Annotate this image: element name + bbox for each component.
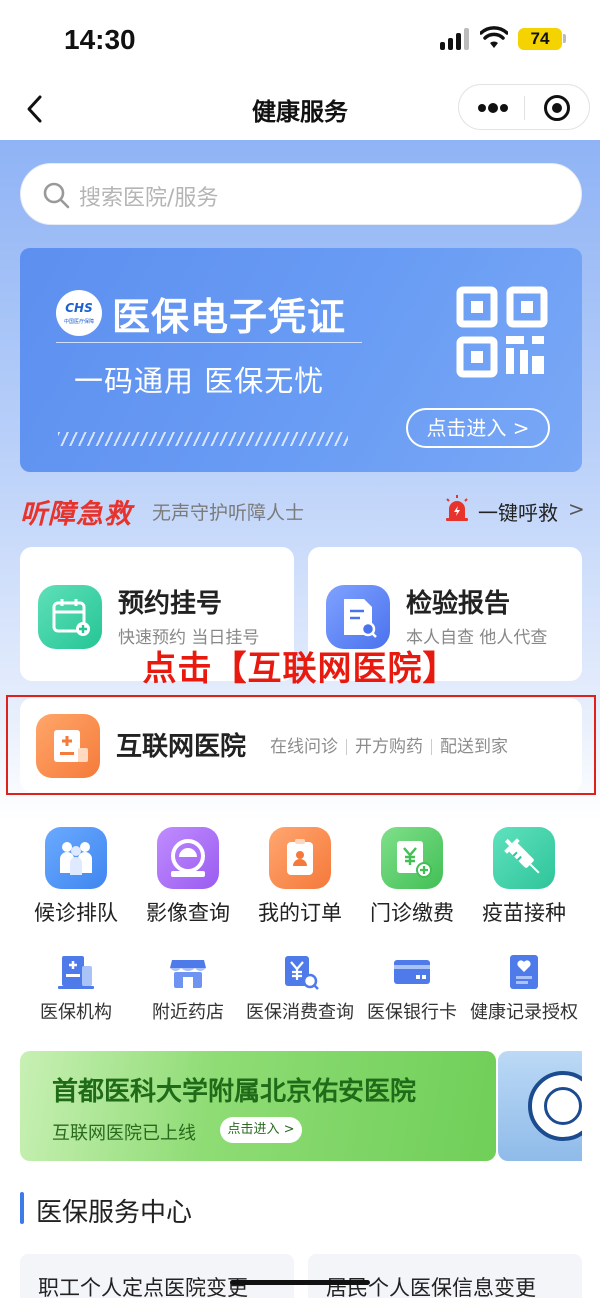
- search-bar[interactable]: 搜索医院/服务: [20, 163, 582, 225]
- wifi-icon: [480, 26, 508, 48]
- mini-program-capsule: [458, 84, 590, 130]
- insurance-institution-button[interactable]: 医保机构: [20, 952, 132, 1023]
- grid-label: 我的订单: [258, 901, 342, 925]
- payment-yuan-icon: [381, 827, 443, 889]
- promo-enter-button[interactable]: 点击进入 >: [220, 1117, 302, 1143]
- section-title: 医保服务中心: [36, 1198, 193, 1228]
- click-instruction-annotation: 点击【互联网医院】: [142, 649, 458, 689]
- search-placeholder: 搜索医院/服务: [79, 186, 219, 211]
- institution-icon: [58, 956, 94, 989]
- highlight-box: [6, 695, 596, 795]
- bank-card-icon: [394, 960, 430, 984]
- imaging-query-button[interactable]: 影像查询: [132, 827, 244, 927]
- one-click-sos-button[interactable]: 一键呼救: [478, 497, 558, 526]
- service-center-item[interactable]: 居民个人医保信息变更: [308, 1254, 582, 1298]
- banner-stripes: [58, 432, 348, 446]
- navigation-bar: 健康服务: [0, 80, 600, 140]
- hearing-emergency-subtitle: 无声守护听障人士: [152, 502, 305, 524]
- status-bar: 14:30 74: [0, 0, 600, 80]
- syringe-icon: [493, 827, 555, 889]
- health-record-heart-icon: [510, 955, 538, 989]
- medical-insurance-banner[interactable]: CHS 中国医疗保障 医保电子凭证 一码通用 医保无忧 点击进入 >: [20, 248, 582, 472]
- alarm-icon: [446, 495, 468, 521]
- banner-subtitle: 一码通用 医保无忧: [74, 364, 325, 398]
- my-orders-button[interactable]: 我的订单: [244, 827, 356, 927]
- order-id-icon: [269, 827, 331, 889]
- promo-subtitle: 互联网医院已上线: [52, 1123, 196, 1144]
- grid-label: 医保消费查询: [246, 1002, 354, 1023]
- grid-label: 门诊缴费: [370, 901, 454, 925]
- next-promo-banner[interactable]: [498, 1051, 582, 1161]
- grid-label: 候诊排队: [34, 901, 118, 925]
- spending-search-icon: [285, 956, 319, 990]
- service-item-label: 居民个人医保信息变更: [326, 1276, 536, 1298]
- hearing-emergency-title: 听障急救: [20, 499, 132, 530]
- qr-code-icon: [456, 286, 548, 378]
- card-title: 检验报告: [406, 589, 511, 619]
- queue-people-icon: [45, 827, 107, 889]
- nearby-pharmacy-button[interactable]: 附近药店: [132, 952, 244, 1023]
- grid-label: 健康记录授权: [470, 1002, 578, 1023]
- calendar-icon: [38, 585, 102, 649]
- banner-divider: [56, 342, 362, 343]
- report-search-icon: [326, 585, 390, 649]
- status-time: 14:30: [64, 24, 136, 55]
- service-center-item[interactable]: 职工个人定点医院变更: [20, 1254, 294, 1298]
- card-title: 预约挂号: [118, 589, 223, 619]
- section-accent-bar: [20, 1192, 24, 1224]
- pharmacy-store-icon: [170, 960, 206, 988]
- grid-label: 医保机构: [40, 1002, 112, 1023]
- insurance-bank-card-button[interactable]: 医保银行卡: [356, 952, 468, 1023]
- grid-label: 医保银行卡: [367, 1002, 457, 1023]
- battery-icon: 74: [518, 28, 562, 50]
- insurance-spending-query-button[interactable]: 医保消费查询: [244, 952, 356, 1023]
- home-indicator: [230, 1280, 370, 1285]
- promo-title: 首都医科大学附属北京佑安医院: [52, 1077, 417, 1107]
- chevron-right-icon: >: [568, 497, 585, 521]
- battery-tip: [563, 34, 566, 43]
- more-icon[interactable]: [477, 99, 509, 117]
- hospital-seal-logo: [528, 1071, 582, 1141]
- banner-enter-button[interactable]: 点击进入 >: [406, 408, 550, 448]
- banner-title: 医保电子凭证: [112, 295, 347, 339]
- grid-label: 疫苗接种: [482, 901, 566, 925]
- grid-label: 附近药店: [152, 1002, 224, 1023]
- imaging-scanner-icon: [157, 827, 219, 889]
- outpatient-payment-button[interactable]: 门诊缴费: [356, 827, 468, 927]
- queue-button[interactable]: 候诊排队: [20, 827, 132, 927]
- close-target-icon[interactable]: [543, 94, 571, 122]
- health-record-authorization-button[interactable]: 健康记录授权: [468, 952, 580, 1023]
- chs-logo: CHS 中国医疗保障: [56, 290, 102, 336]
- signal-icon: [440, 28, 470, 50]
- hospital-promo-banner[interactable]: 首都医科大学附属北京佑安医院 互联网医院已上线 点击进入 >: [20, 1051, 496, 1161]
- service-item-label: 职工个人定点医院变更: [38, 1276, 248, 1298]
- search-icon: [43, 182, 70, 209]
- vaccination-button[interactable]: 疫苗接种: [468, 827, 580, 927]
- grid-label: 影像查询: [146, 901, 230, 925]
